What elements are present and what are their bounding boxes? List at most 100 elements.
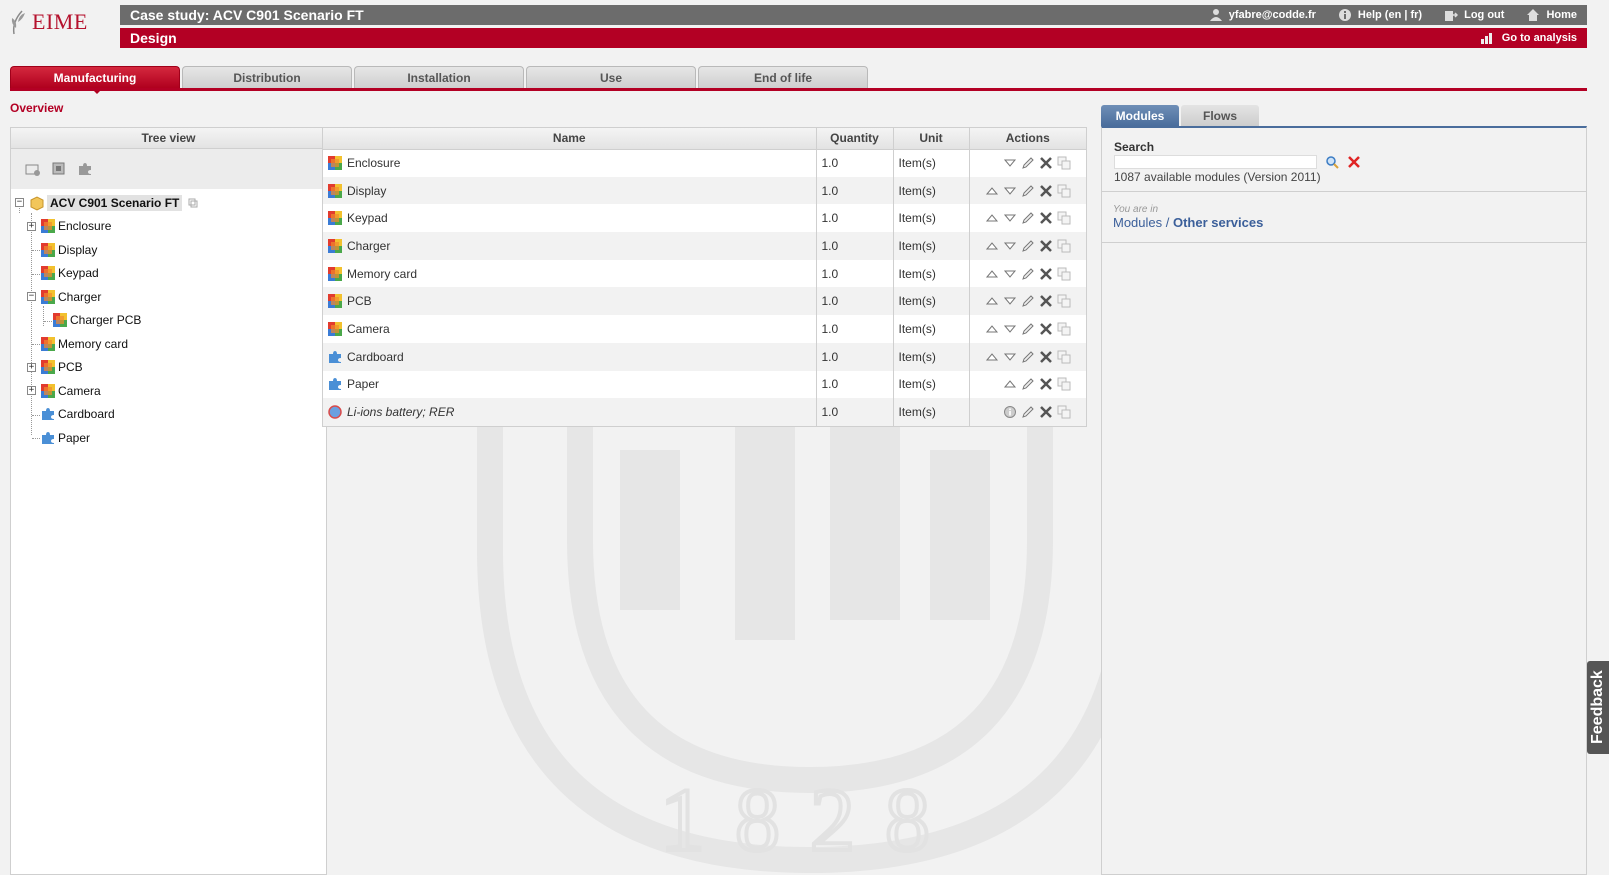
tree-node-enclosure[interactable]: + Enclosure: [11, 215, 326, 239]
delete-icon[interactable]: [1039, 184, 1053, 198]
duplicate-icon[interactable]: [1057, 239, 1071, 253]
user-link[interactable]: yfabre@codde.fr: [1209, 8, 1316, 22]
tree-label[interactable]: Enclosure: [55, 218, 114, 234]
delete-icon[interactable]: [1039, 322, 1053, 336]
table-row[interactable]: Camera 1.0 Item(s): [323, 315, 1086, 343]
move-up-icon[interactable]: [985, 322, 999, 336]
tree-node-cardboard[interactable]: Cardboard: [11, 403, 326, 427]
tree-label[interactable]: Memory card: [55, 336, 131, 352]
edit-pencil-icon[interactable]: [1021, 239, 1035, 253]
delete-icon[interactable]: [1039, 156, 1053, 170]
row-name[interactable]: Keypad: [347, 211, 388, 225]
tree-label[interactable]: PCB: [55, 359, 86, 375]
expand-toggle[interactable]: +: [27, 221, 36, 231]
duplicate-icon[interactable]: [1057, 184, 1071, 198]
row-name[interactable]: Paper: [347, 377, 379, 391]
table-row[interactable]: Li-ions battery; RER 1.0 Item(s): [323, 398, 1086, 426]
edit-pencil-icon[interactable]: [1021, 405, 1035, 419]
overview-link[interactable]: Overview: [10, 101, 63, 115]
table-row[interactable]: Keypad 1.0 Item(s): [323, 204, 1086, 233]
move-up-icon[interactable]: [985, 184, 999, 198]
table-row[interactable]: Display 1.0 Item(s): [323, 176, 1086, 205]
edit-pencil-icon[interactable]: [1021, 322, 1035, 336]
column-header-unit[interactable]: Unit: [893, 128, 970, 150]
tree-label[interactable]: Camera: [55, 383, 104, 399]
tree-node-paper[interactable]: Paper: [11, 426, 326, 450]
row-name[interactable]: Display: [347, 184, 386, 198]
move-up-icon[interactable]: [985, 350, 999, 364]
delete-icon[interactable]: [1039, 377, 1053, 391]
eime-logo[interactable]: EIME: [10, 6, 110, 38]
edit-pencil-icon[interactable]: [1021, 211, 1035, 225]
tree-node-camera[interactable]: + Camera: [11, 379, 326, 403]
duplicate-icon[interactable]: [1057, 294, 1071, 308]
delete-icon[interactable]: [1039, 239, 1053, 253]
move-down-icon[interactable]: [1003, 184, 1017, 198]
duplicate-icon[interactable]: [1057, 156, 1071, 170]
delete-icon[interactable]: [1039, 211, 1053, 225]
table-row[interactable]: Paper 1.0 Item(s): [323, 370, 1086, 399]
delete-icon[interactable]: [1039, 350, 1053, 364]
tree-label[interactable]: Charger PCB: [67, 312, 144, 328]
row-name[interactable]: Enclosure: [347, 156, 400, 170]
duplicate-icon[interactable]: [1057, 350, 1071, 364]
column-header-quantity[interactable]: Quantity: [816, 128, 894, 150]
move-down-icon[interactable]: [1003, 211, 1017, 225]
column-header-name[interactable]: Name: [323, 128, 817, 150]
add-module-icon[interactable]: [51, 161, 67, 177]
tree-label[interactable]: Charger: [55, 289, 104, 305]
move-down-icon[interactable]: [1003, 294, 1017, 308]
edit-pencil-icon[interactable]: [1021, 184, 1035, 198]
tab-use[interactable]: Use: [526, 66, 696, 88]
table-row[interactable]: Cardboard 1.0 Item(s): [323, 342, 1086, 371]
move-down-icon[interactable]: [1003, 267, 1017, 281]
row-name[interactable]: Li-ions battery; RER: [347, 405, 454, 419]
search-icon[interactable]: [1325, 155, 1339, 169]
tab-manufacturing[interactable]: Manufacturing: [10, 66, 180, 94]
tab-installation[interactable]: Installation: [354, 66, 524, 88]
duplicate-icon[interactable]: [1057, 322, 1071, 336]
info-icon[interactable]: [1003, 405, 1017, 419]
row-name[interactable]: PCB: [347, 294, 372, 308]
tab-modules[interactable]: Modules: [1101, 105, 1179, 126]
row-name[interactable]: Camera: [347, 322, 390, 336]
search-input[interactable]: [1114, 155, 1317, 169]
breadcrumb-other-services[interactable]: Other services: [1173, 215, 1263, 230]
tab-distribution[interactable]: Distribution: [182, 66, 352, 88]
table-row[interactable]: PCB 1.0 Item(s): [323, 287, 1086, 316]
move-up-icon[interactable]: [985, 267, 999, 281]
edit-pencil-icon[interactable]: [1021, 350, 1035, 364]
table-row[interactable]: Memory card 1.0 Item(s): [323, 259, 1086, 288]
move-up-icon[interactable]: [1003, 377, 1017, 391]
feedback-button[interactable]: Feedback: [1587, 661, 1609, 754]
edit-pencil-icon[interactable]: [1021, 294, 1035, 308]
move-down-icon[interactable]: [1003, 322, 1017, 336]
edit-pencil-icon[interactable]: [1021, 267, 1035, 281]
tree-node-charger-pcb[interactable]: Charger PCB: [11, 309, 326, 333]
row-name[interactable]: Charger: [347, 239, 390, 253]
collapse-root-toggle[interactable]: −: [15, 198, 24, 207]
edit-pencil-icon[interactable]: [1021, 377, 1035, 391]
add-folder-icon[interactable]: [25, 161, 41, 177]
tree-node-pcb[interactable]: + PCB: [11, 356, 326, 380]
table-row[interactable]: Charger 1.0 Item(s): [323, 232, 1086, 260]
move-down-icon[interactable]: [1003, 156, 1017, 170]
duplicate-icon[interactable]: [1057, 377, 1071, 391]
duplicate-icon[interactable]: [1057, 211, 1071, 225]
tab-end-of-life[interactable]: End of life: [698, 66, 868, 88]
delete-icon[interactable]: [1039, 267, 1053, 281]
tree-node-display[interactable]: Display: [11, 238, 326, 262]
tree-root-label[interactable]: ACV C901 Scenario FT: [47, 194, 183, 211]
duplicate-icon[interactable]: [1057, 405, 1071, 419]
tree-node-keypad[interactable]: Keypad: [11, 262, 326, 286]
help-link[interactable]: Help (en | fr): [1338, 8, 1422, 22]
row-name[interactable]: Memory card: [347, 267, 417, 281]
move-up-icon[interactable]: [985, 211, 999, 225]
delete-icon[interactable]: [1039, 294, 1053, 308]
puzzle-tool-icon[interactable]: [77, 161, 93, 177]
tree-label[interactable]: Display: [55, 242, 100, 258]
tree-label[interactable]: Cardboard: [55, 406, 118, 422]
breadcrumb-modules[interactable]: Modules: [1113, 215, 1162, 230]
logout-link[interactable]: Log out: [1444, 8, 1504, 22]
collapse-toggle[interactable]: −: [27, 292, 36, 301]
